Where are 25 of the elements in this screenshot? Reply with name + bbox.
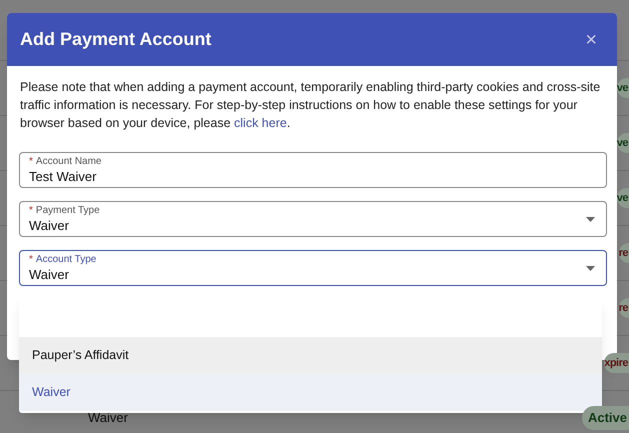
select-field[interactable]: * Account Type Waiver bbox=[19, 250, 607, 286]
caret-icon bbox=[586, 217, 595, 222]
field-label: Account Name bbox=[36, 156, 102, 168]
help-link[interactable]: click here bbox=[234, 116, 287, 130]
select-field[interactable]: * Payment Type Waiver bbox=[19, 201, 607, 237]
status-badge: re bbox=[618, 242, 629, 264]
table-cell-text: Waiver bbox=[88, 409, 128, 428]
status-badge: re bbox=[618, 298, 629, 318]
dialog-title: Add Payment Account bbox=[20, 28, 212, 51]
required-mark: * bbox=[29, 156, 33, 168]
caret-icon bbox=[586, 266, 595, 271]
dropdown-option[interactable]: Waiver bbox=[19, 374, 602, 411]
status-badge: xpire bbox=[604, 352, 629, 374]
close-button[interactable]: × bbox=[585, 30, 597, 50]
dropdown-option[interactable]: Pauper’s Affidavit bbox=[19, 337, 602, 374]
required-mark: * bbox=[29, 254, 33, 266]
status-badge: Active bbox=[582, 406, 629, 430]
required-mark: * bbox=[29, 205, 33, 217]
input-field[interactable]: * Account Name Test Waiver bbox=[19, 152, 607, 188]
field-value: Test Waiver bbox=[29, 168, 96, 185]
field-value: Waiver bbox=[29, 217, 69, 234]
field-value: Waiver bbox=[29, 266, 69, 283]
field-label: Payment Type bbox=[36, 205, 100, 217]
notice-text: Please note that when adding a payment account, temporarily enabling third-party cookies and cross-site traffic information is necessary. For step-by-step instructions on how to enable these settings for your browser based on your device, please click here. bbox=[19, 79, 602, 132]
field-label: Account Type bbox=[36, 254, 96, 266]
